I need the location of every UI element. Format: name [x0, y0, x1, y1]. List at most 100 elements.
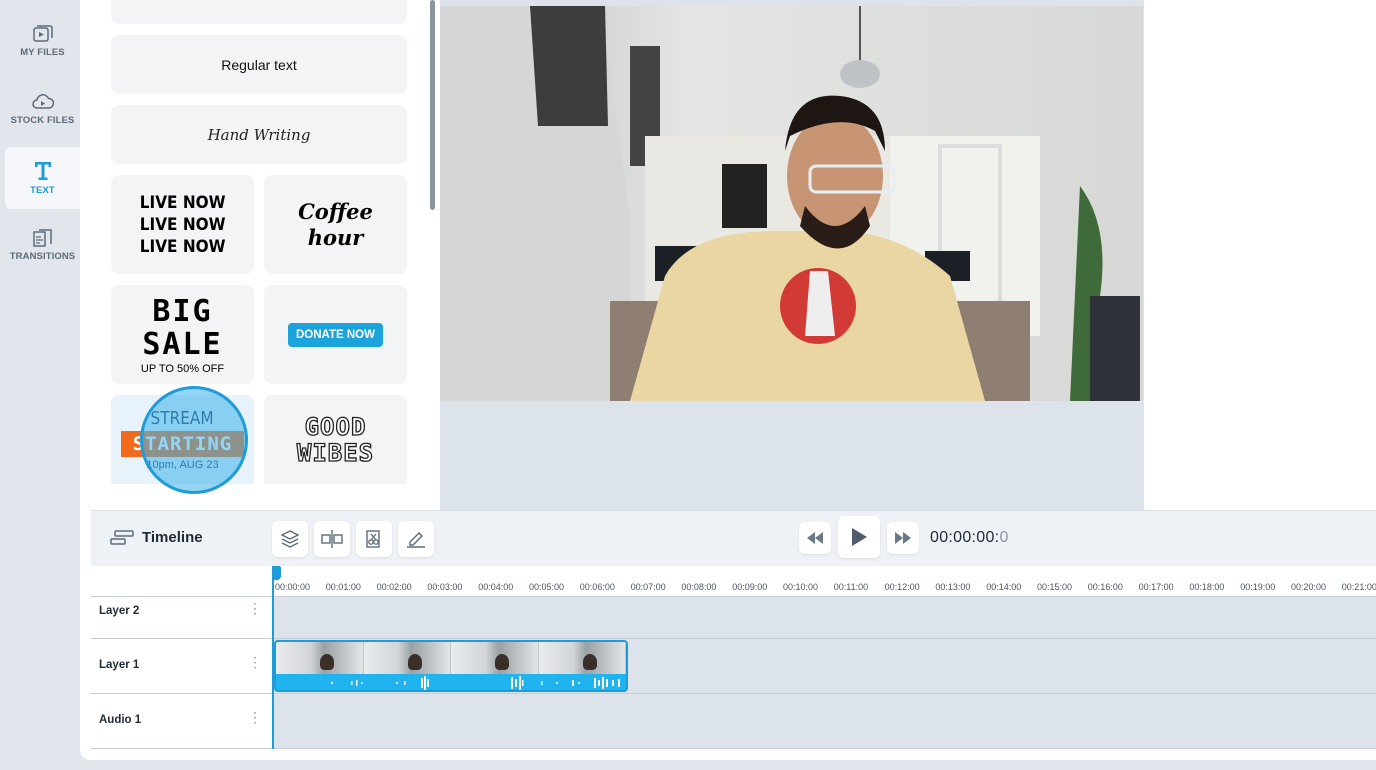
sidebar-item-label: STOCK FILES [10, 114, 75, 126]
video-preview[interactable] [440, 6, 1143, 401]
layers-button[interactable] [272, 521, 308, 557]
text-preset-stream-starting[interactable]: STREAM STARTING 10pm, AUG 23 [111, 395, 254, 484]
text-preset-live-now[interactable]: LIVE NOW LIVE NOW LIVE NOW [111, 175, 254, 274]
preset-line: LIVE NOW [139, 236, 226, 257]
sidebar-item-my-files[interactable]: MY FILES [5, 10, 80, 72]
audio-waveform [331, 676, 620, 690]
sidebar-item-label: TRANSITIONS [9, 250, 76, 262]
ruler-tick-label: 00:17:00 [1138, 582, 1174, 592]
timeline-title: Timeline [142, 529, 203, 546]
track-divider [91, 748, 1376, 749]
ruler-tick-label: 00:19:00 [1240, 582, 1276, 592]
preset-label: DONATE NOW [287, 322, 383, 347]
edit-icon [407, 532, 425, 548]
track-layer-2[interactable] [272, 597, 1376, 638]
ruler-tick-label: 00:12:00 [884, 582, 920, 592]
preset-line: LIVE NOW [139, 214, 226, 235]
preset-line: BIG [152, 293, 213, 329]
text-preset-big-sale[interactable]: BIG SALE UP TO 50% OFF [111, 285, 254, 384]
text-preset-coffee-hour[interactable]: Coffee hour [264, 175, 407, 274]
preset-label: Regular text [221, 56, 297, 73]
clip-thumbnail [363, 642, 451, 674]
text-preset-handwriting[interactable]: Hand Writing [111, 105, 407, 164]
clip-thumbnail [276, 642, 364, 674]
split-icon [321, 530, 343, 548]
cloud-play-icon [31, 93, 54, 109]
preset-line: STARTING [120, 431, 245, 457]
preset-live-lines: LIVE NOW LIVE NOW LIVE NOW [140, 192, 226, 258]
rewind-button[interactable] [799, 522, 831, 554]
timecode-main: 00:00:00: [930, 529, 1000, 546]
playhead-line[interactable] [272, 566, 274, 749]
ruler-tick-label: 00:21:00 [1341, 582, 1376, 592]
ruler-tick-label: 00:14:00 [986, 582, 1022, 592]
ruler-tick-label: 00:00:00 [275, 582, 311, 592]
preset-label: Hand Writing [207, 125, 311, 144]
timeline-header: Timeline [110, 529, 203, 546]
fast-forward-button[interactable] [887, 522, 919, 554]
track-audio-1[interactable] [272, 694, 1376, 748]
preset-line: GOOD [304, 412, 367, 441]
text-preset-regular[interactable]: Regular text [111, 35, 407, 94]
text-preset-heading[interactable] [111, 0, 407, 24]
ruler-tick-label: 00:08:00 [681, 582, 717, 592]
timeline-icon [110, 529, 134, 545]
play-icon [852, 528, 867, 546]
ruler-tick-label: 00:04:00 [478, 582, 514, 592]
text-preset-good-vibes[interactable]: GOOD WIBES [264, 395, 407, 484]
track-label-audio-1: Audio 1 [99, 714, 142, 726]
sidebar-item-text[interactable]: TEXT [5, 147, 80, 209]
track-menu-icon[interactable]: ⋮ [248, 710, 262, 724]
preset-line: SALE [142, 326, 223, 362]
ruler-tick-label: 00:11:00 [833, 582, 869, 592]
ruler-tick-label: 00:20:00 [1291, 582, 1327, 592]
play-button[interactable] [838, 516, 880, 558]
track-divider [91, 596, 1376, 597]
track-divider [91, 638, 1376, 639]
sidebar-item-label: MY FILES [20, 46, 65, 58]
play-file-icon [32, 24, 53, 42]
rewind-icon [807, 532, 823, 544]
fast-forward-icon [895, 532, 911, 544]
ruler-tick-label: 00:13:00 [935, 582, 971, 592]
track-menu-icon[interactable]: ⋮ [248, 601, 262, 615]
panel-scrollbar[interactable] [430, 0, 435, 210]
edit-button[interactable] [398, 521, 434, 557]
video-frame-image [440, 6, 1143, 401]
ruler-tick-label: 00:06:00 [579, 582, 615, 592]
ruler-tick-label: 00:18:00 [1189, 582, 1225, 592]
track-menu-icon[interactable]: ⋮ [248, 655, 262, 669]
preset-line: LIVE NOW [139, 192, 226, 213]
track-divider [91, 693, 1376, 694]
sidebar-item-label: TEXT [30, 184, 55, 196]
cut-button[interactable] [356, 521, 392, 557]
ruler-tick-label: 00:02:00 [376, 582, 412, 592]
timecode-frame: 0 [999, 529, 1009, 546]
video-clip[interactable] [274, 640, 628, 692]
playhead-handle[interactable] [272, 566, 281, 580]
preset-coffee-lines: Coffee hour [298, 199, 373, 251]
preset-subline: 10pm, AUG 23 [146, 459, 219, 471]
ruler-tick-label: 00:16:00 [1087, 582, 1123, 592]
sidebar-item-transitions[interactable]: TRANSITIONS [5, 214, 80, 276]
ruler-tick-label: 00:07:00 [630, 582, 666, 592]
ruler-tick-label: 00:03:00 [427, 582, 463, 592]
sidebar-item-stock-files[interactable]: STOCK FILES [5, 78, 80, 140]
text-t-icon [34, 161, 51, 180]
preset-line: WIBES [296, 438, 375, 467]
left-rail: MY FILES STOCK FILES TEXT TRANSITIONS [0, 0, 80, 770]
split-button[interactable] [314, 521, 350, 557]
ruler-tick-label: 00:15:00 [1037, 582, 1073, 592]
ruler-tick-label: 00:05:00 [529, 582, 565, 592]
preset-line: hour [307, 224, 364, 250]
layers-icon [280, 530, 300, 548]
preset-subline: UP TO 50% OFF [140, 362, 225, 375]
clip-thumbnail [538, 642, 626, 674]
clip-thumbnail [451, 642, 539, 674]
preset-line: Coffee [298, 198, 373, 224]
track-label-layer-1: Layer 1 [99, 659, 140, 671]
cut-icon [366, 530, 380, 548]
ruler-tick-label: 00:01:00 [325, 582, 361, 592]
text-preset-donate-now[interactable]: DONATE NOW [264, 285, 407, 384]
transitions-icon [32, 228, 52, 247]
